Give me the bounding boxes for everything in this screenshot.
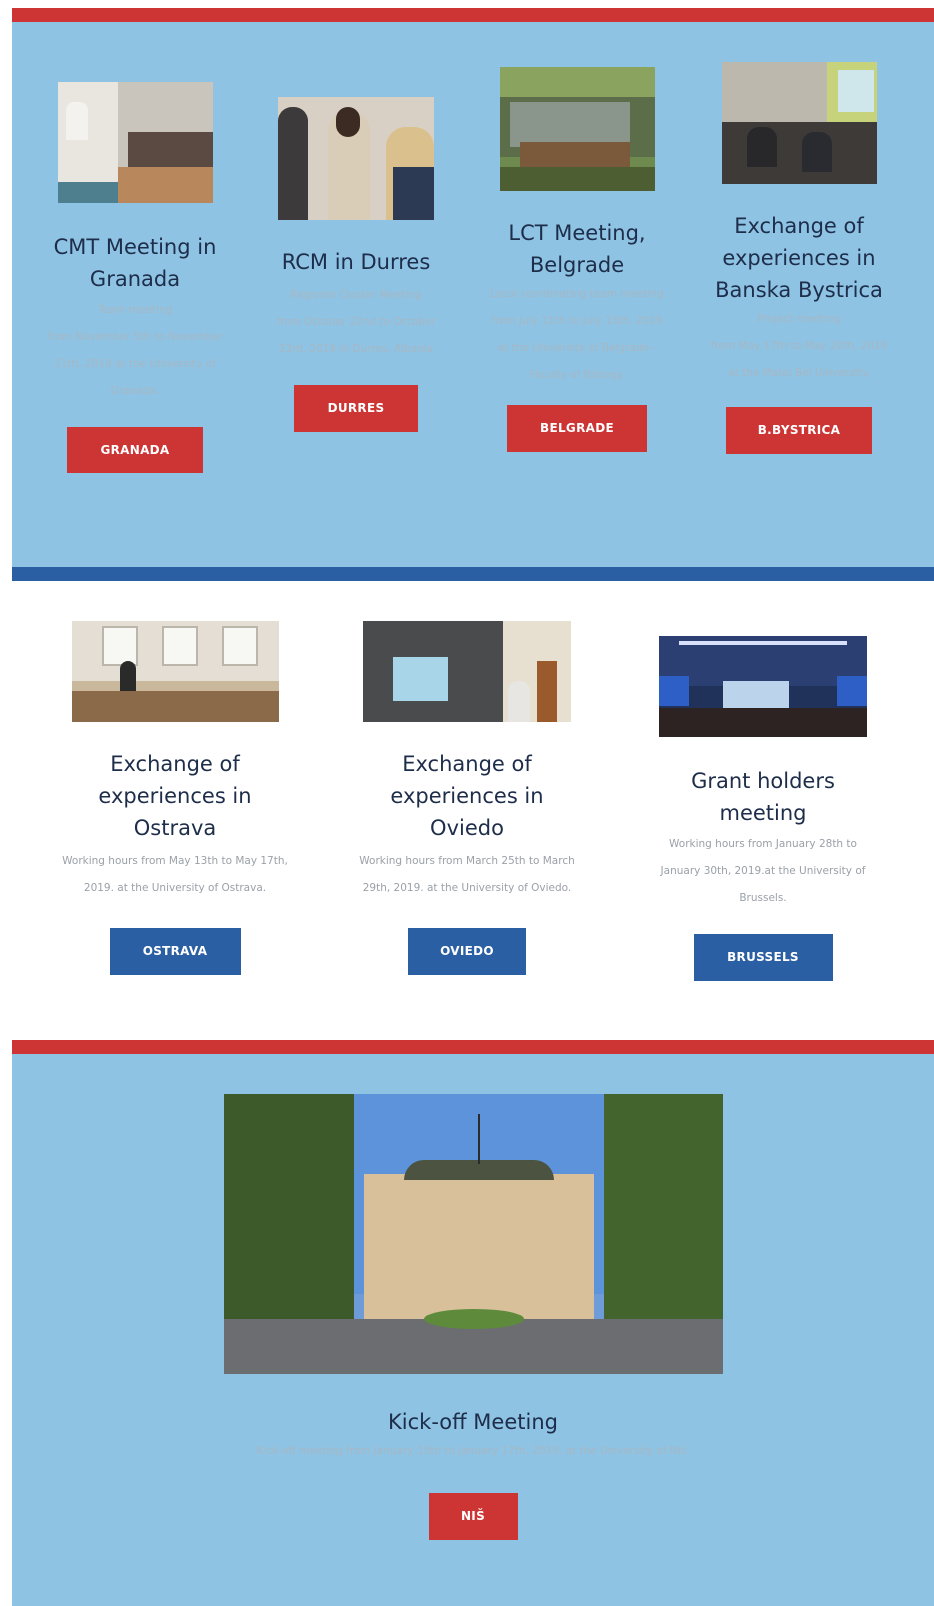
event-description: Team meeting from November 5th to Novemb… [45,297,225,405]
banska-bystrica-button[interactable]: B.BYSTRICA [726,407,872,454]
event-type: Project meeting [757,313,841,325]
belgrade-button[interactable]: BELGRADE [507,405,647,452]
event-title: Exchange of experiences in Banska Bystri… [709,210,889,306]
auditorium-photo [659,636,867,737]
event-card-oviedo: Exchange of experiences in Oviedo Workin… [352,621,582,975]
event-title-text: Exchange of experiences in Ostrava [98,752,252,840]
event-type: Local coordinating team meeting [490,288,664,300]
event-description: Working hours from May 13th to May 17th,… [62,855,288,894]
event-title-text: Kick-off Meeting [388,1410,558,1434]
event-description: Working hours from March 25th to March 2… [359,855,575,894]
event-title: Exchange of experiences in Ostrava [60,748,290,844]
durres-button[interactable]: DURRES [294,385,418,432]
event-card-granada: CMT Meeting in Granada Team meeting from… [45,82,225,473]
event-description: Kick-off meeting from January 15th to Ja… [256,1445,690,1457]
event-card-ostrava: Exchange of experiences in Ostrava Worki… [60,621,290,975]
event-details: from May 17th to May 20th, 2019 at the M… [710,340,888,379]
event-title-text: Exchange of experiences in Banska Bystri… [715,214,883,302]
event-type: Team meeting [97,304,173,316]
event-card-banska-bystrica: Exchange of experiences in Banska Bystri… [709,62,889,454]
event-title-text: RCM in Durres [281,250,431,274]
event-card-brussels: Grant holders meeting Working hours from… [648,636,878,981]
event-details: from July 11th to July 13th, 2019 at the… [491,315,663,381]
event-description: Project meeting from May 17th to May 20t… [709,306,889,387]
nis-button[interactable]: NIŠ [428,1493,518,1540]
presentation-photo [363,621,571,722]
event-title: RCM in Durres [266,246,446,278]
event-type: Regional Cluster Meeting [290,289,422,301]
event-title-text: Exchange of experiences in Oviedo [390,752,544,840]
event-card-kick-off: Kick-off Meeting Kick-off meeting from J… [12,1094,934,1540]
event-title-text: LCT Meeting, Belgrade [508,221,646,277]
people-photo [278,97,434,220]
top-red-bar [12,8,934,22]
event-card-durres: RCM in Durres Regional Cluster Meeting f… [266,97,446,432]
classroom-photo [721,62,877,184]
event-description: Working hours from January 28th to Janua… [660,838,866,904]
oviedo-button[interactable]: OVIEDO [408,928,526,975]
section-divider-red-bar [12,1040,934,1054]
event-description: Regional Cluster Meeting from October 22… [266,282,446,363]
event-details: from November 5th to November 11th, 2019… [47,331,223,397]
event-title: Grant holders meeting [648,765,878,829]
event-card-belgrade: LCT Meeting, Belgrade Local coordinating… [487,67,667,452]
event-title: LCT Meeting, Belgrade [487,217,667,281]
meeting-room-photo [57,82,213,203]
event-title: CMT Meeting in Granada [45,231,225,295]
university-building-photo [223,1094,723,1374]
section-divider-blue-bar [12,567,934,581]
event-details: from October 22nd to October 23rd, 2019 … [276,316,436,355]
event-title-text: Grant holders meeting [691,769,835,825]
event-title: Exchange of experiences in Oviedo [352,748,582,844]
brussels-button[interactable]: BRUSSELS [693,934,833,981]
ostrava-button[interactable]: OSTRAVA [109,928,241,975]
event-description: Local coordinating team meeting from Jul… [487,281,667,389]
event-title-text: CMT Meeting in Granada [53,235,217,291]
event-title: Kick-off Meeting [12,1406,934,1438]
granada-button[interactable]: GRANADA [67,427,203,473]
outdoor-group-photo [499,67,655,191]
lab-photo [71,621,279,722]
